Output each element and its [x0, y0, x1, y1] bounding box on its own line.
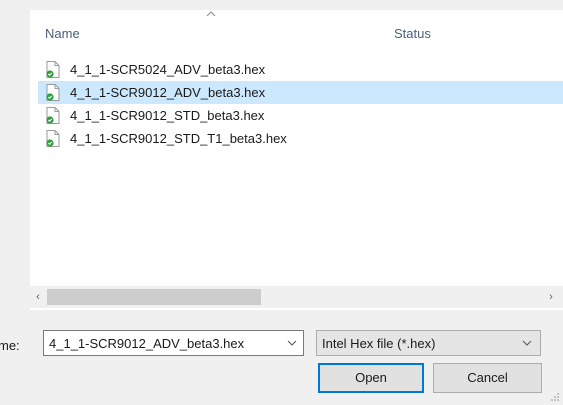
file-name: 4_1_1-SCR5024_ADV_beta3.hex [70, 62, 266, 77]
column-divider[interactable] [385, 10, 386, 53]
file-type-select[interactable]: Intel Hex file (*.hex) [316, 330, 541, 356]
open-file-dialog: Name Status 4_1_1-SCR5024_ADV_beta3.hex [0, 0, 563, 405]
file-name: 4_1_1-SCR9012_ADV_beta3.hex [70, 85, 266, 100]
chevron-down-icon[interactable] [522, 339, 532, 347]
scroll-left-arrow-icon[interactable]: ‹ [30, 286, 46, 308]
open-button[interactable]: Open [318, 363, 424, 393]
file-name: 4_1_1-SCR9012_STD_T1_beta3.hex [70, 131, 287, 146]
file-row-1[interactable]: 4_1_1-SCR5024_ADV_beta3.hex [40, 58, 563, 81]
scroll-thumb[interactable] [47, 289, 261, 305]
file-row-4[interactable]: 4_1_1-SCR9012_STD_T1_beta3.hex [40, 127, 563, 150]
column-header-status[interactable]: Status [394, 26, 431, 41]
sort-ascending-icon[interactable] [205, 10, 217, 18]
chevron-down-icon[interactable] [287, 339, 297, 347]
column-header-row: Name Status [30, 10, 563, 53]
file-type-value: Intel Hex file (*.hex) [322, 336, 436, 351]
file-name: 4_1_1-SCR9012_STD_beta3.hex [70, 108, 265, 123]
horizontal-scrollbar[interactable]: ‹ › [30, 286, 563, 308]
column-header-name[interactable]: Name [45, 26, 80, 41]
hex-file-icon [46, 107, 60, 124]
file-list-panel: Name Status 4_1_1-SCR5024_ADV_beta3.hex [30, 10, 563, 310]
cancel-button[interactable]: Cancel [433, 363, 542, 393]
file-name-label: me: [0, 338, 20, 353]
hex-file-icon [46, 61, 60, 78]
scroll-right-arrow-icon[interactable]: › [543, 286, 559, 308]
file-name-combobox[interactable]: 4_1_1-SCR9012_ADV_beta3.hex [43, 330, 304, 356]
file-row-2-selected[interactable]: 4_1_1-SCR9012_ADV_beta3.hex [38, 81, 563, 104]
hex-file-icon [46, 130, 60, 147]
file-name-input[interactable]: 4_1_1-SCR9012_ADV_beta3.hex [49, 336, 244, 351]
hex-file-icon [46, 84, 60, 101]
resize-grip-icon[interactable] [550, 392, 560, 402]
file-row-3[interactable]: 4_1_1-SCR9012_STD_beta3.hex [40, 104, 563, 127]
